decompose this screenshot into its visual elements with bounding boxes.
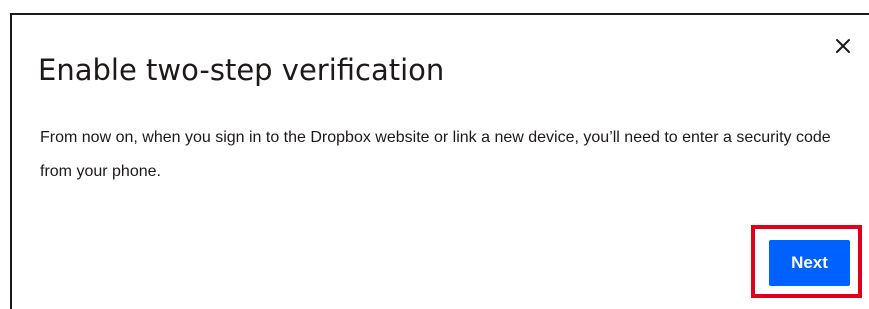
close-button[interactable] <box>829 32 857 60</box>
close-icon <box>836 39 850 53</box>
next-button[interactable]: Next <box>769 240 850 286</box>
dialog-description: From now on, when you sign in to the Dro… <box>40 129 831 180</box>
dialog-title: Enable two-step verification <box>38 53 445 87</box>
